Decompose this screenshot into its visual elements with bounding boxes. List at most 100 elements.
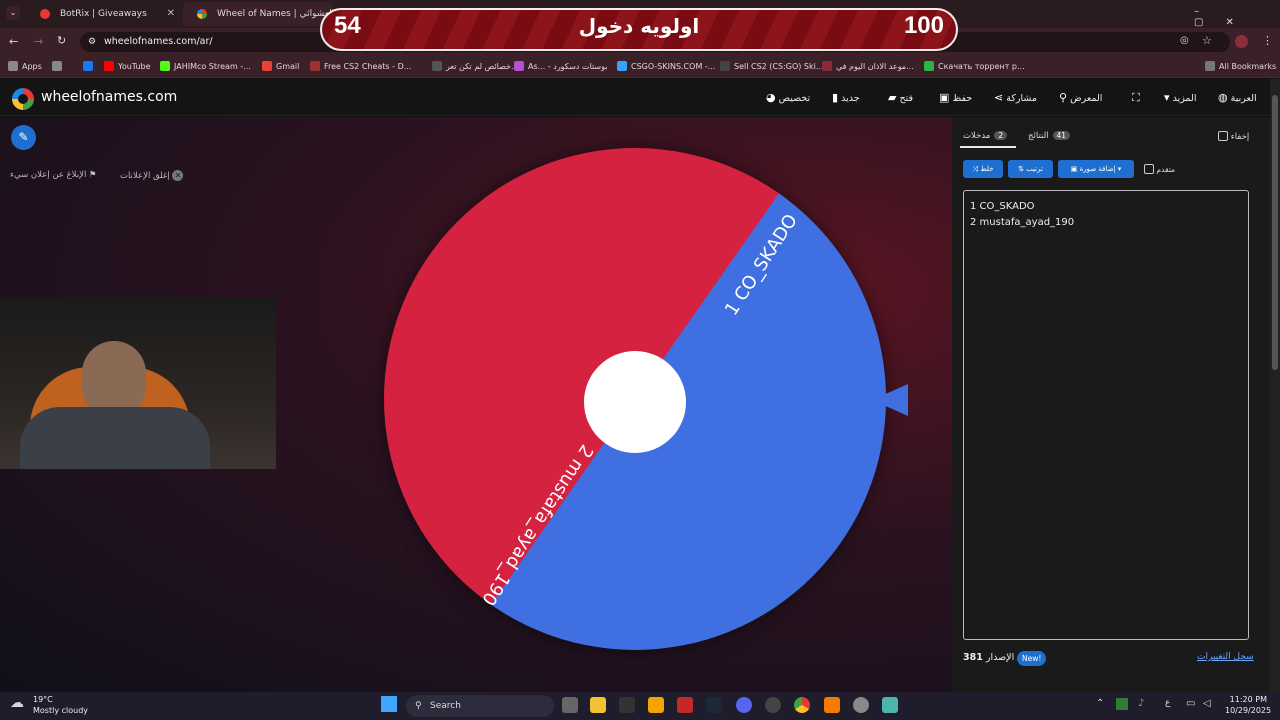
tab-botrix[interactable]: BotRix | Giveaways ✕ [26, 2, 181, 26]
close-ads-label: إغلق الإعلانات [120, 171, 170, 181]
save-label: حفظ [952, 93, 973, 104]
customize-label: تخصيص [778, 93, 811, 104]
scrollbar-thumb[interactable] [1272, 95, 1278, 370]
hide-toggle[interactable]: إخفاء [1218, 131, 1249, 142]
bookmark-item[interactable]: Gmail [262, 60, 299, 74]
back-icon[interactable]: ← [9, 35, 18, 48]
menu-kebab-icon[interactable]: ⋮ [1262, 34, 1273, 47]
forward-icon[interactable]: → [34, 35, 43, 48]
add-image-button[interactable]: ▣ إضافة صورة ▾ [1058, 160, 1134, 178]
save-button[interactable]: ▣ حفظ [933, 91, 972, 104]
new-button[interactable]: ▮ جديد [826, 91, 860, 104]
bookmark-item[interactable]: CSGO-SKINS.COM -... [617, 60, 715, 74]
flag-icon: ⚑ [89, 170, 97, 180]
tab-results[interactable]: النتائج 41 [1028, 131, 1071, 141]
sort-button[interactable]: ⇅ ترتيب [1008, 160, 1053, 178]
edit-pencil-icon[interactable]: ✎ [11, 125, 36, 150]
task-view-icon[interactable] [562, 697, 578, 713]
file-explorer-icon[interactable] [590, 697, 606, 713]
network-icon[interactable]: ▭ [1186, 698, 1195, 709]
bookmark-item[interactable]: موعد الاذان اليوم في... [822, 60, 914, 74]
all-bookmarks-label: All Bookmarks [1219, 62, 1277, 71]
share-icon: ⋖ [994, 91, 1004, 104]
site-info-icon[interactable]: ⚙ [88, 32, 96, 52]
tab-wheel-of-names[interactable]: Wheel of Names | العشوائي [183, 2, 333, 26]
entry-line: 1 CO_SKADO [970, 201, 1035, 212]
bookmark-item[interactable]: Free CS2 Cheats - D... [310, 60, 411, 74]
hide-checkbox[interactable] [1218, 131, 1228, 141]
entries-textarea[interactable]: 1 CO_SKADO 2 mustafa_ayad_190 [963, 190, 1249, 640]
bookmark-item[interactable]: خصائص لم تكن تعر... [432, 60, 519, 74]
wheel-favicon-icon [197, 9, 207, 19]
bookmark-star-icon[interactable]: ☆ [1202, 34, 1212, 47]
taskbar-search[interactable]: ⚲ Search [406, 695, 554, 717]
profile-avatar[interactable] [1235, 35, 1248, 48]
advanced-toggle[interactable]: متقدم [1144, 164, 1175, 174]
brand-name[interactable]: wheelofnames.com [41, 89, 177, 105]
volume-icon[interactable]: ◁ [1203, 698, 1211, 709]
tray-app-icon[interactable] [1116, 698, 1128, 710]
bookmark-item[interactable]: YouTube [104, 60, 151, 74]
app-triangle-icon[interactable] [677, 697, 693, 713]
close-tab-icon[interactable]: ✕ [167, 2, 175, 26]
report-ad-link[interactable]: الإبلاغ عن إعلان سيء ⚑ [10, 170, 97, 180]
reload-icon[interactable]: ↻ [57, 34, 66, 47]
bookmark-item[interactable] [52, 60, 66, 74]
eye-off-icon[interactable]: ◎ [1180, 35, 1189, 46]
bookmark-favicon-icon [160, 61, 170, 71]
open-button[interactable]: ▰ فتح [882, 91, 913, 104]
clock-date: 10/29/2025 [1225, 706, 1272, 715]
microphone-icon[interactable]: ♪ [1138, 698, 1144, 709]
bookmark-item[interactable]: As... - بوستات دسكورد [514, 60, 607, 74]
more-button[interactable]: ▾ المزيد [1158, 91, 1196, 104]
wheel-logo-icon[interactable] [12, 88, 34, 110]
add-image-label: إضافة صورة [1079, 165, 1116, 173]
clock[interactable]: 11:20 PM 10/29/2025 [1225, 694, 1272, 716]
tray-overflow-icon[interactable]: ⌃ [1096, 698, 1104, 709]
bookmark-favicon-icon [514, 61, 524, 71]
bookmark-favicon-icon [52, 61, 62, 71]
app-vlc-icon[interactable] [824, 697, 840, 713]
sort-icon: ⇅ [1018, 165, 1024, 173]
app-circle-icon[interactable] [765, 697, 781, 713]
bookmark-label: Gmail [276, 62, 300, 71]
gallery-label: المعرض [1070, 93, 1103, 104]
tab-search-icon[interactable]: ⌄ [6, 6, 20, 20]
bookmark-item[interactable]: JAHIMco Stream -... [160, 60, 251, 74]
window-controls[interactable]: –▢✕ [1194, 6, 1280, 28]
wheel-center-button[interactable] [584, 351, 686, 453]
caret-down-icon: ▾ [1117, 165, 1122, 173]
windows-taskbar [0, 692, 1280, 720]
tab-entries[interactable]: مدخلات 2 [963, 131, 1008, 141]
new-badge: New! [1017, 651, 1047, 666]
tab-label: Wheel of Names | العشوائي [217, 9, 333, 19]
advanced-checkbox[interactable] [1144, 164, 1154, 174]
fullscreen-button[interactable]: ⛶ [1126, 91, 1140, 105]
steam-icon[interactable] [706, 697, 722, 713]
changelog-link[interactable]: سجل التغييرات [1197, 652, 1254, 662]
app-g-icon[interactable] [619, 697, 635, 713]
weather-cloud-icon[interactable]: ☁ [10, 695, 24, 711]
gallery-button[interactable]: ⚲ المعرض [1053, 91, 1102, 104]
shuffle-button[interactable]: ⤨ خلط [963, 160, 1003, 178]
windows-start-icon[interactable] [381, 696, 397, 712]
app-bolt-icon[interactable] [648, 697, 664, 713]
language-button[interactable]: ◍ العربية [1212, 91, 1257, 104]
bookmark-favicon-icon [8, 61, 18, 71]
bookmark-item[interactable]: Скачать торрент р... [924, 60, 1025, 74]
all-bookmarks[interactable]: All Bookmarks [1205, 60, 1276, 74]
bookmark-favicon-icon [310, 61, 320, 71]
chrome-icon[interactable] [794, 697, 810, 713]
notepad-icon[interactable] [882, 697, 898, 713]
bookmark-item[interactable] [83, 60, 97, 74]
bookmark-item[interactable]: Apps [8, 60, 42, 74]
close-ads-link[interactable]: إغلق الإعلانات ✕ [120, 170, 184, 181]
weather-widget[interactable]: 19°C Mostly cloudy [33, 694, 88, 716]
customize-button[interactable]: ◕ تخصيص [760, 91, 810, 104]
wheel-pointer [872, 384, 908, 416]
share-button[interactable]: ⋖ مشاركة [988, 91, 1037, 104]
bookmark-item[interactable]: Sell CS2 (CS:GO) Ski... [720, 60, 824, 74]
language-indicator[interactable]: ع [1165, 698, 1170, 708]
settings-icon[interactable] [853, 697, 869, 713]
discord-icon[interactable] [736, 697, 752, 713]
